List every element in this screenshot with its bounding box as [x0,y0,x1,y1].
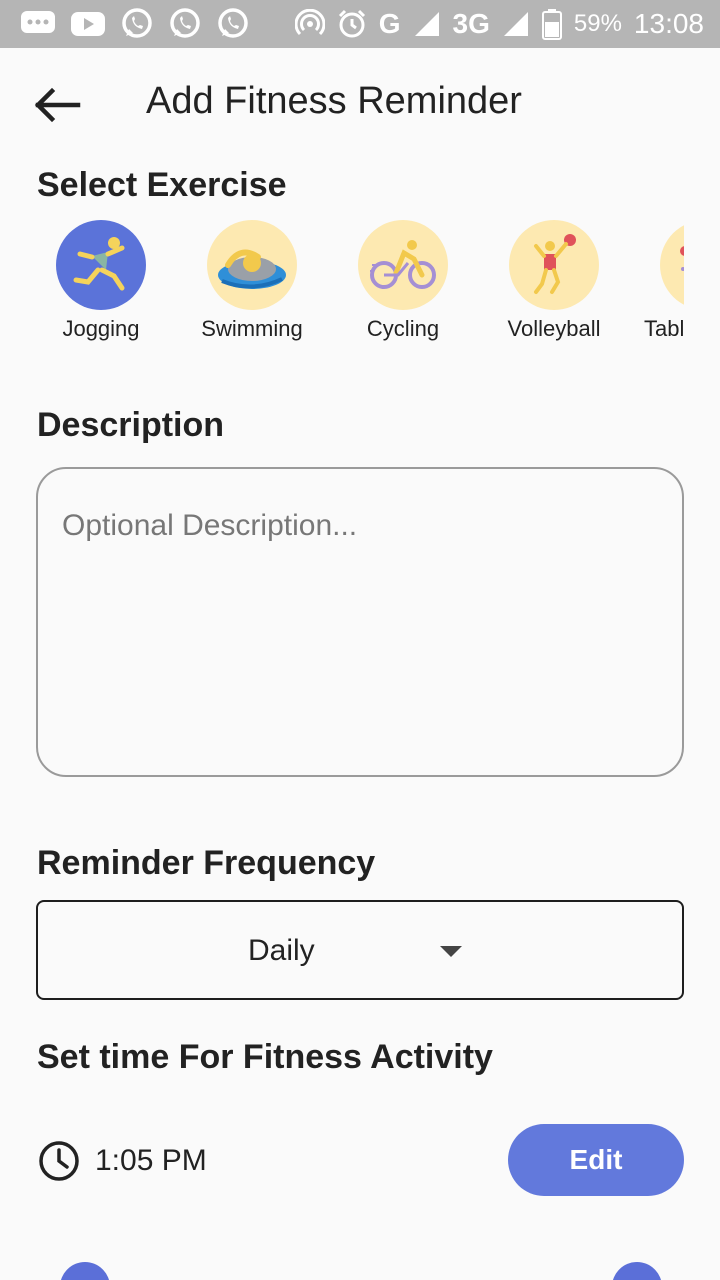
network-type-label: G [378,8,401,39]
arrow-back-icon [34,87,81,123]
alarm-icon [337,9,367,39]
exercise-item-table-tennis[interactable]: Table Tennis [640,220,684,350]
whatsapp-icon [168,7,202,41]
time-row: 1:05 PM Edit [36,1124,684,1196]
bottom-action-button[interactable] [60,1262,110,1280]
message-icon [20,9,56,39]
select-exercise-heading: Select Exercise [37,166,287,204]
whatsapp-icon [216,7,250,41]
whatsapp-icon [120,7,154,41]
app-bar: Add Fitness Reminder [0,48,720,162]
battery-percent: 59% [573,10,622,37]
hotspot-icon [294,9,325,39]
exercise-list[interactable]: Jogging Swimming Cycling Volleyball Tabl [36,220,684,350]
set-time-heading: Set time For Fitness Activity [37,1038,493,1076]
dropdown-arrow-icon [440,946,462,957]
exercise-item-jogging[interactable]: Jogging [36,220,176,350]
clock-icon [39,1141,79,1181]
back-button[interactable] [30,84,84,126]
volleyball-icon [509,220,599,310]
exercise-label: Cycling [366,316,440,341]
frequency-selected-value: Daily [248,934,315,967]
exercise-label: Swimming [201,316,303,341]
page-title: Add Fitness Reminder [146,80,522,122]
edit-time-button[interactable]: Edit [508,1124,684,1196]
exercise-label: Table Tennis [644,316,684,341]
cycling-icon [358,220,448,310]
frequency-heading: Reminder Frequency [37,844,376,882]
signal-icon [502,10,530,38]
battery-icon [541,8,562,40]
exercise-item-swimming[interactable]: Swimming [187,220,327,350]
network-type-label-2: 3G [452,8,490,39]
signal-icon [413,10,441,38]
exercise-label: Jogging [62,316,140,341]
status-time: 13:08 [633,8,704,39]
table-tennis-icon [660,220,684,310]
exercise-item-cycling[interactable]: Cycling [338,220,478,350]
status-bar: G 3G 59% 13:08 [0,0,720,48]
youtube-icon [70,10,106,38]
exercise-item-volleyball[interactable]: Volleyball [489,220,629,350]
selected-time: 1:05 PM [95,1144,207,1177]
bottom-add-button[interactable] [612,1262,662,1280]
description-heading: Description [37,406,225,444]
frequency-dropdown[interactable]: Daily [36,900,684,1000]
description-input[interactable] [36,467,684,777]
jogging-icon [56,220,146,310]
exercise-label: Volleyball [507,316,601,341]
swimming-icon [207,220,297,310]
